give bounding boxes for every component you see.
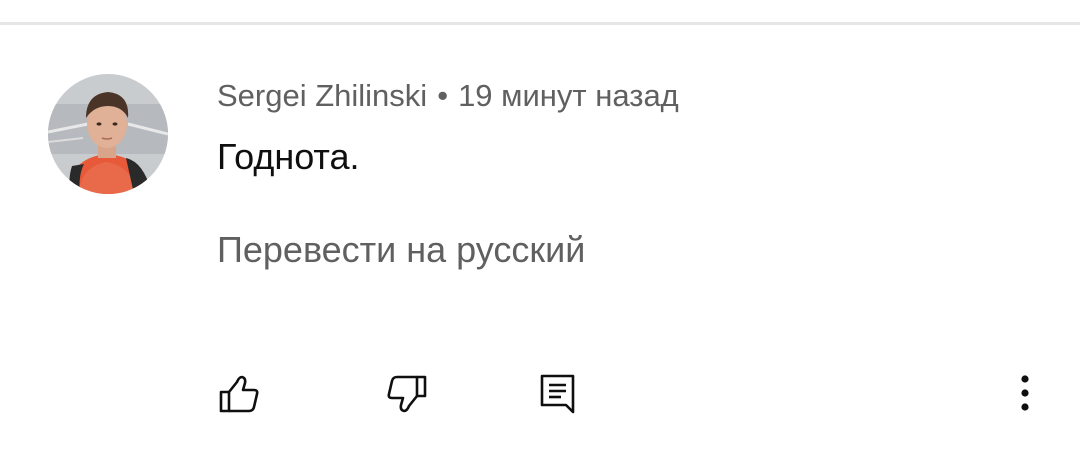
more-options-button[interactable]	[1005, 372, 1045, 416]
comment-item: Sergei Zhilinski • 19 минут назад Годнота.…	[0, 0, 1080, 461]
avatar-image	[48, 74, 168, 194]
like-button[interactable]	[217, 372, 261, 416]
translate-button[interactable]: Перевести на русский	[217, 229, 585, 271]
avatar[interactable]	[48, 74, 168, 194]
reply-button[interactable]	[536, 372, 580, 416]
comment-text: Годнота.	[217, 136, 360, 177]
author-name[interactable]: Sergei Zhilinski	[217, 78, 427, 113]
dislike-button[interactable]	[385, 372, 429, 416]
thumb-up-icon	[219, 375, 259, 413]
comment-timestamp[interactable]: 19 минут назад	[458, 78, 679, 113]
comment-meta: Sergei Zhilinski • 19 минут назад	[217, 78, 679, 114]
more-vertical-icon	[1021, 375, 1029, 411]
thumb-down-icon	[387, 375, 427, 413]
comment-reply-icon	[540, 374, 575, 414]
meta-separator: •	[437, 78, 449, 113]
